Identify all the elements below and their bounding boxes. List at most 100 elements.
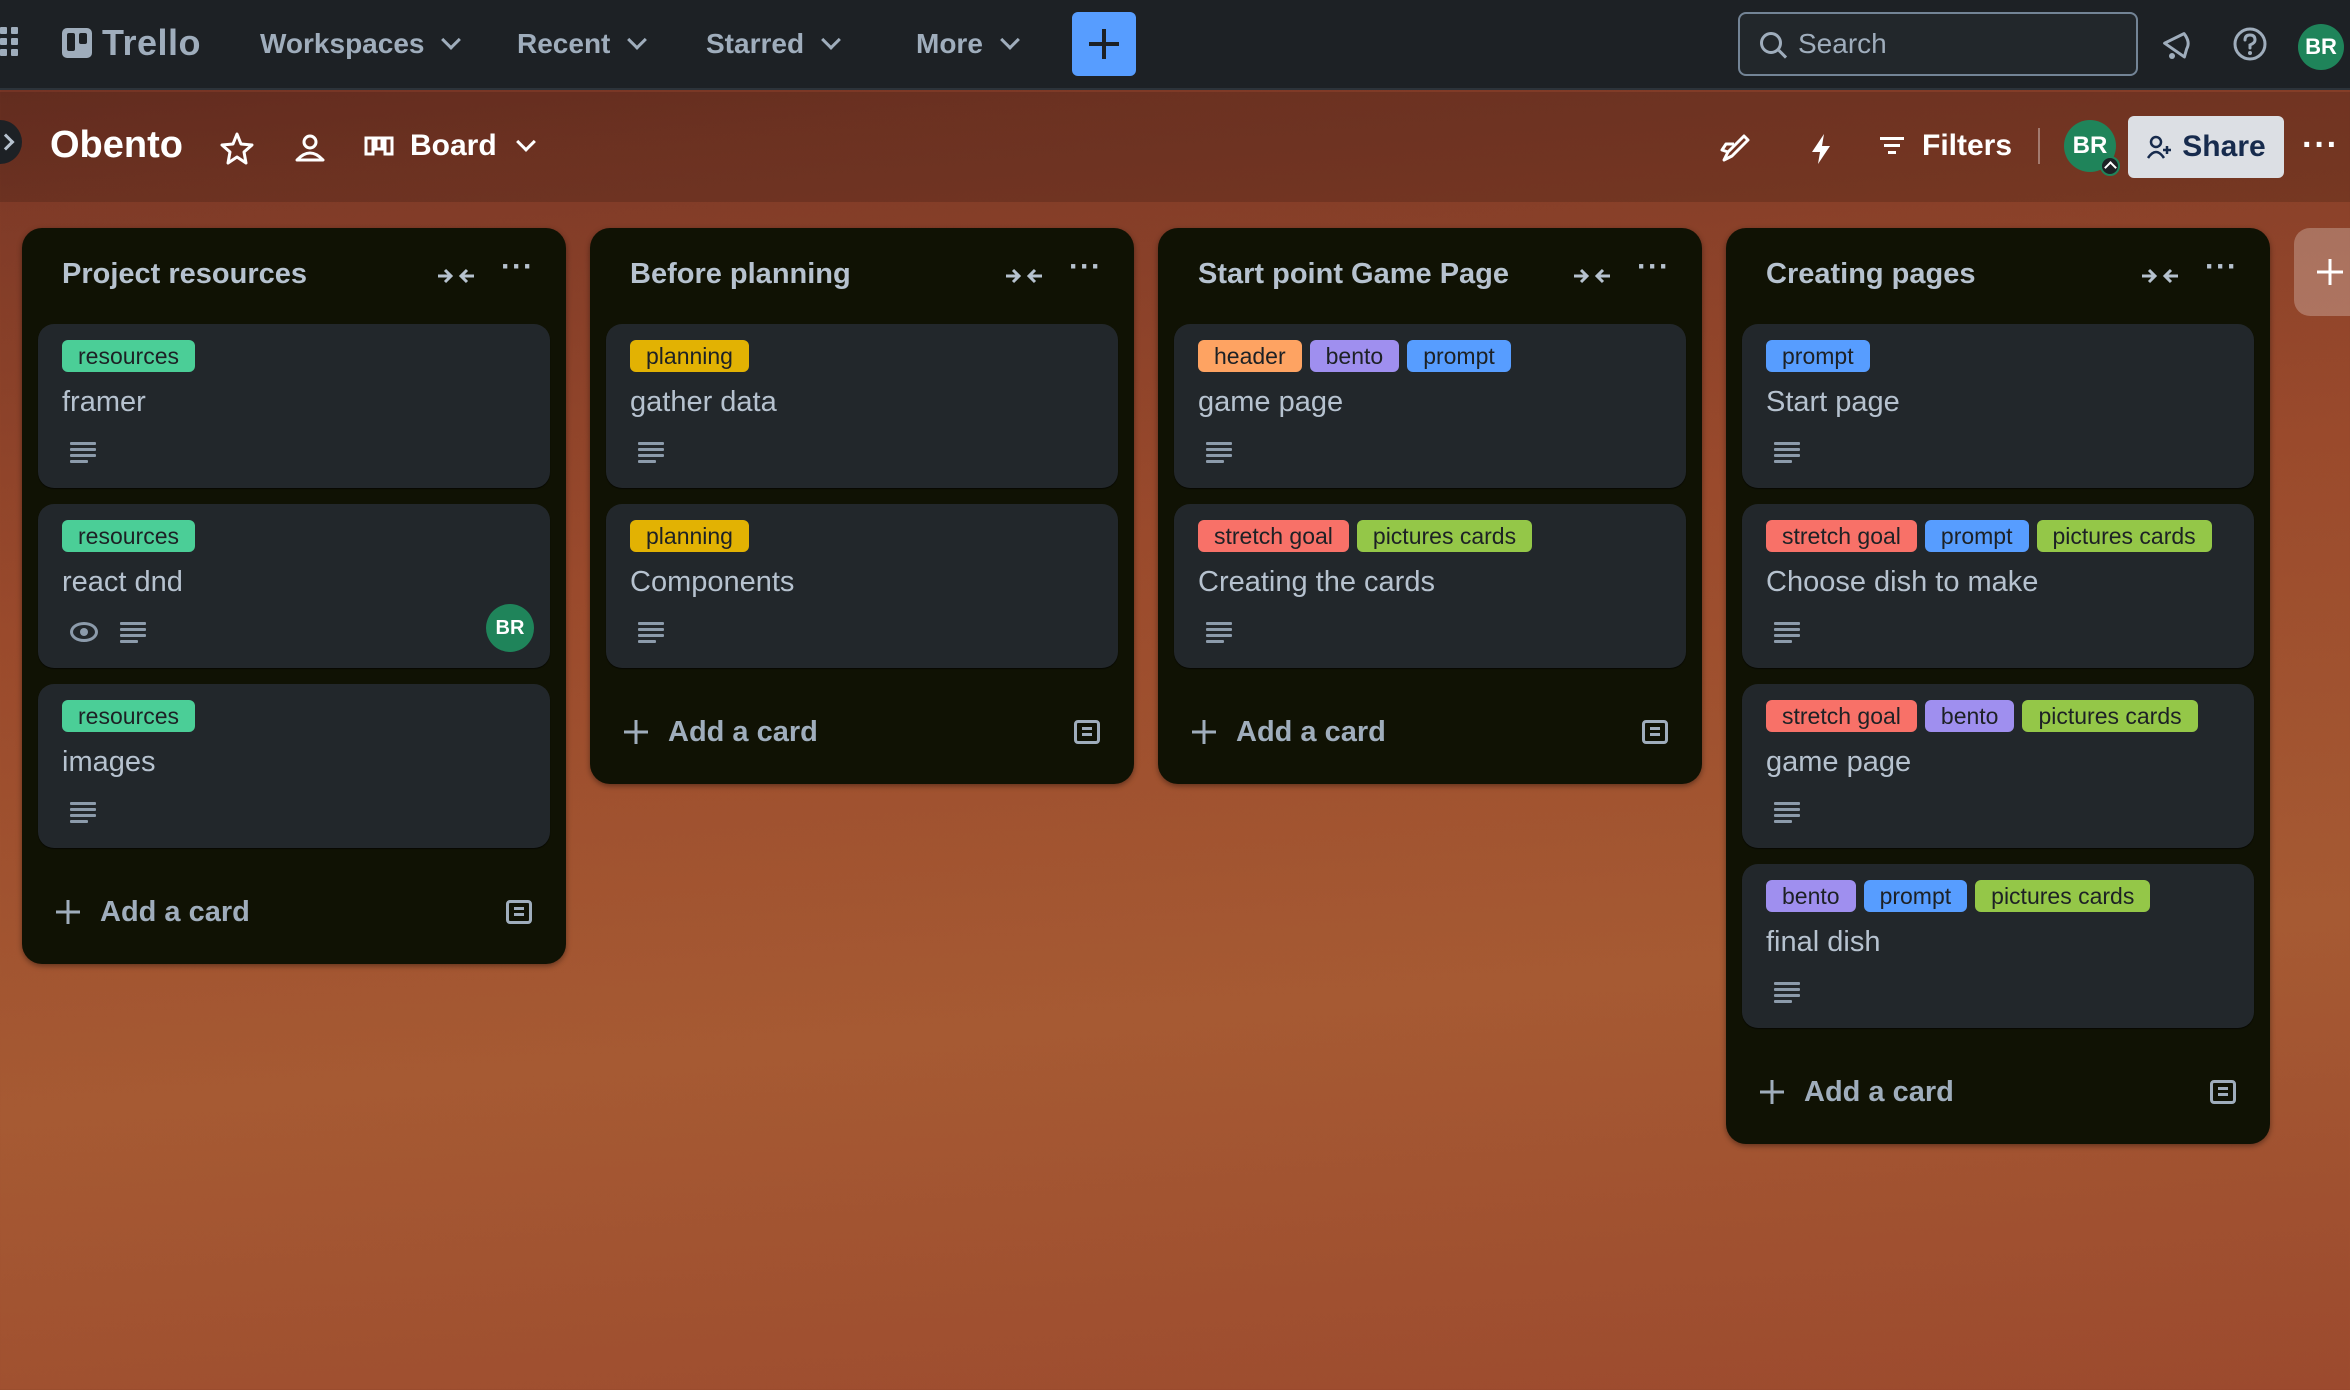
card-label[interactable]: resources (62, 700, 195, 732)
card-member-avatar[interactable]: BR (486, 604, 534, 652)
list-menu-icon[interactable]: ··· (2205, 250, 2238, 284)
list-header[interactable]: Start point Game Page ··· (1158, 228, 1702, 324)
list[interactable]: Start point Game Page ··· header bento promp… (1158, 228, 1702, 784)
card-badges (62, 612, 526, 652)
create-from-template-icon[interactable] (506, 900, 532, 924)
filters-button[interactable]: Filters (1878, 122, 2012, 170)
card-labels: header bento prompt (1198, 340, 1662, 372)
create-from-template-icon[interactable] (2210, 1080, 2236, 1104)
card-label[interactable]: resources (62, 520, 195, 552)
add-card-button[interactable]: Add a card (590, 684, 1134, 784)
card[interactable]: stretch goal pictures cards Creating the c… (1174, 504, 1686, 668)
workspace-visible-icon[interactable] (291, 130, 329, 168)
create-from-template-icon[interactable] (1074, 720, 1100, 744)
notifications-icon[interactable] (2158, 24, 2198, 64)
power-ups-icon[interactable] (1716, 130, 1754, 168)
add-card-button[interactable]: Add a card (1726, 1044, 2270, 1144)
list-title[interactable]: Creating pages (1766, 258, 1976, 291)
collapse-list-icon[interactable] (1004, 262, 1044, 290)
collapse-list-icon[interactable] (1572, 262, 1612, 290)
collapse-list-icon[interactable] (436, 262, 476, 290)
card-label[interactable]: planning (630, 340, 749, 372)
search-input[interactable]: Search (1738, 12, 2138, 76)
card-labels: resources (62, 520, 526, 552)
user-avatar[interactable]: BR (2298, 24, 2344, 70)
star-icon[interactable] (218, 130, 256, 168)
card-label[interactable]: prompt (1766, 340, 1870, 372)
add-card-button[interactable]: Add a card (22, 864, 566, 964)
card-label[interactable]: bento (1309, 340, 1400, 372)
description-icon (1774, 622, 1800, 643)
list[interactable]: Creating pages ··· prompt Start page stretch… (1726, 228, 2270, 1144)
card[interactable]: resources react dnd BR (38, 504, 550, 668)
add-card-button[interactable]: Add a card (1158, 684, 1702, 784)
card-badges (1766, 972, 2230, 1012)
list[interactable]: Project resources ··· resources framer resou… (22, 228, 566, 964)
list-menu-icon[interactable]: ··· (1637, 250, 1670, 284)
add-list-button[interactable] (2294, 228, 2350, 316)
card-badges (1766, 432, 2230, 472)
create-from-template-icon[interactable] (1642, 720, 1668, 744)
card-label[interactable]: prompt (1863, 880, 1968, 912)
sidebar-expand-button[interactable] (0, 120, 22, 164)
chevron-down-icon (515, 132, 536, 152)
card-label[interactable]: prompt (1407, 340, 1511, 372)
board-title[interactable]: Obento (50, 124, 183, 167)
description-icon (1774, 802, 1800, 823)
nav-menu-starred[interactable]: Starred (706, 20, 841, 68)
app-switcher-icon[interactable] (0, 27, 30, 57)
list-header[interactable]: Creating pages ··· (1726, 228, 2270, 324)
card-label[interactable]: bento (1924, 700, 2015, 732)
card-label[interactable]: pictures cards (2022, 700, 2198, 732)
card[interactable]: header bento prompt game page (1174, 324, 1686, 488)
card-label[interactable]: pictures cards (1975, 880, 2151, 912)
description-icon (70, 442, 96, 463)
list-menu-icon[interactable]: ··· (1069, 250, 1102, 284)
board-view-switcher[interactable]: Board (364, 122, 536, 170)
board-member-avatar[interactable]: BR (2064, 120, 2120, 176)
trello-logo[interactable]: Trello (62, 22, 201, 64)
card-label[interactable]: stretch goal (1766, 520, 1917, 552)
list-header[interactable]: Project resources ··· (22, 228, 566, 324)
card-label[interactable]: pictures cards (1356, 520, 1533, 552)
card[interactable]: resources images (38, 684, 550, 848)
card-label[interactable]: resources (62, 340, 195, 372)
list-title[interactable]: Before planning (630, 258, 851, 291)
card-label[interactable]: pictures cards (2036, 520, 2212, 552)
automation-icon[interactable] (1802, 130, 1840, 168)
board-menu-icon[interactable]: ··· (2302, 126, 2339, 165)
card-label[interactable]: planning (630, 520, 749, 552)
list-header[interactable]: Before planning ··· (590, 228, 1134, 324)
help-icon[interactable] (2230, 24, 2270, 64)
description-icon (1206, 622, 1232, 643)
nav-menu-workspaces[interactable]: Workspaces (260, 20, 462, 68)
card-label[interactable]: stretch goal (1198, 520, 1349, 552)
chevron-down-icon (627, 30, 648, 50)
card[interactable]: planning Components (606, 504, 1118, 668)
card[interactable]: prompt Start page (1742, 324, 2254, 488)
card[interactable]: bento prompt pictures cards final dish (1742, 864, 2254, 1028)
description-icon (1774, 982, 1800, 1003)
nav-menu-more[interactable]: More (916, 20, 1020, 68)
collapse-list-icon[interactable] (2140, 262, 2180, 290)
card[interactable]: stretch goal prompt pictures cards Choose d… (1742, 504, 2254, 668)
create-button[interactable] (1072, 12, 1136, 76)
list-title[interactable]: Project resources (62, 258, 307, 291)
nav-menu-label: Starred (706, 28, 805, 59)
card[interactable]: resources framer (38, 324, 550, 488)
list-title[interactable]: Start point Game Page (1198, 258, 1509, 291)
card-label[interactable]: header (1198, 340, 1302, 372)
board-view-label: Board (410, 129, 497, 162)
card-label[interactable]: bento (1766, 880, 1856, 912)
logo-text: Trello (102, 22, 202, 63)
card-label[interactable]: stretch goal (1766, 700, 1917, 732)
nav-menu-recent[interactable]: Recent (517, 20, 648, 68)
card-title: framer (62, 386, 146, 418)
share-button[interactable]: Share (2128, 116, 2284, 178)
card-labels: prompt (1766, 340, 2230, 372)
card-label[interactable]: prompt (1924, 520, 2029, 552)
list-menu-icon[interactable]: ··· (501, 250, 534, 284)
card[interactable]: planning gather data (606, 324, 1118, 488)
card[interactable]: stretch goal bento pictures cards game page (1742, 684, 2254, 848)
list[interactable]: Before planning ··· planning gather data pla… (590, 228, 1134, 784)
